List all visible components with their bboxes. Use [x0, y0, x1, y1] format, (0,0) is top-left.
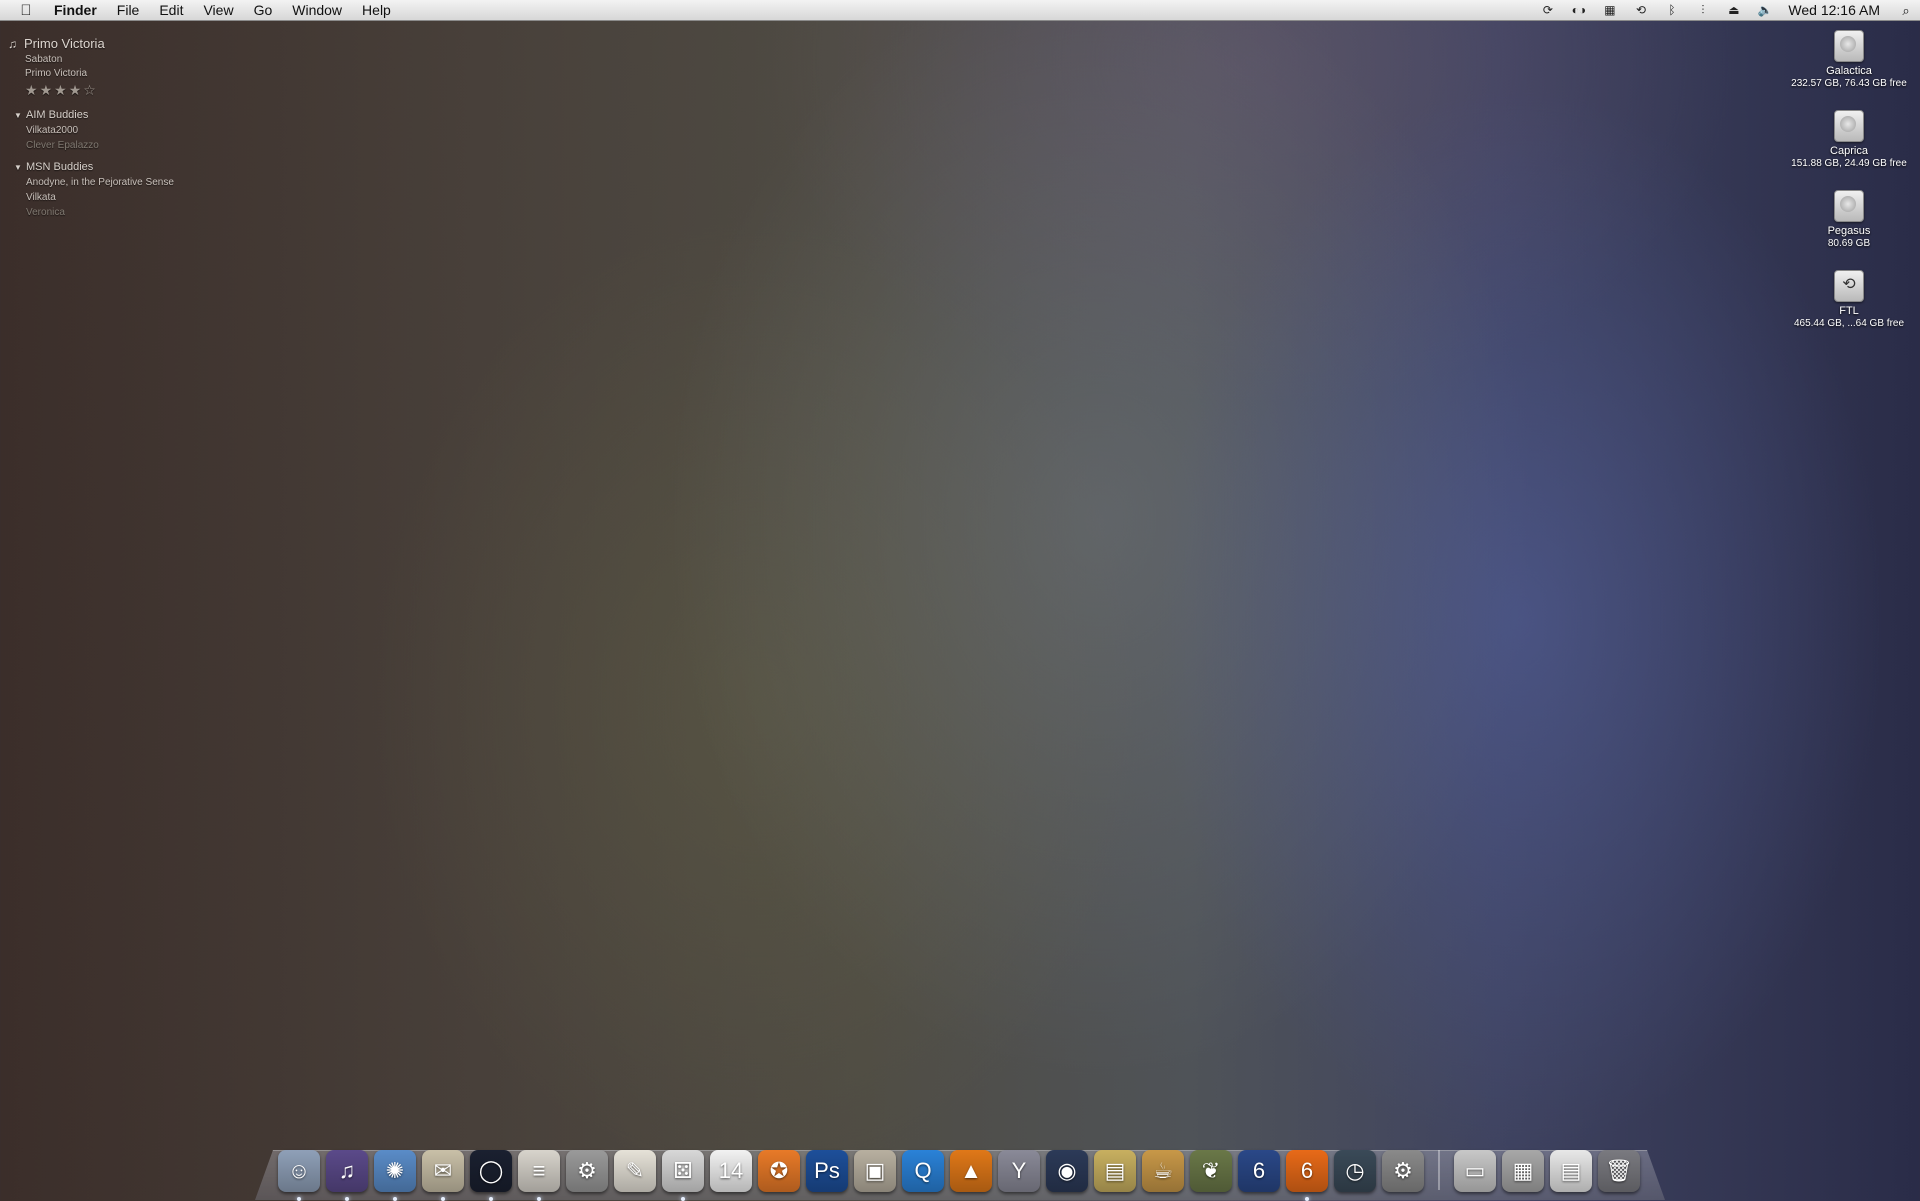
- buddy-item-idle[interactable]: Veronica: [26, 207, 174, 218]
- menu-help[interactable]: Help: [352, 0, 401, 21]
- itunes-icon[interactable]: ♫: [326, 1150, 368, 1201]
- picture-stack-icon[interactable]: ▦: [1502, 1150, 1544, 1192]
- drive-ftl[interactable]: FTL 465.44 GB, ...64 GB free: [1774, 270, 1920, 329]
- buddy-item[interactable]: Vilkata2000: [26, 125, 174, 136]
- drive-name: Pegasus: [1827, 225, 1871, 237]
- mail-icon[interactable]: ✉: [422, 1150, 464, 1201]
- spotlight-icon[interactable]: ⌕: [1892, 3, 1920, 19]
- dock-separator[interactable]: [1438, 1150, 1440, 1190]
- drive-galactica[interactable]: Galactica 232.57 GB, 76.43 GB free: [1774, 30, 1920, 89]
- menu-bar-right: ⟳ ◐◑ ▦ ⟲ ᛒ ⫶ ⏏ 🔈 Wed 12:16 AM ⌕: [1532, 0, 1920, 21]
- textedit-icon[interactable]: ✎: [614, 1150, 656, 1192]
- bluetooth-icon[interactable]: ᛒ: [1656, 0, 1687, 21]
- menu-clock[interactable]: Wed 12:16 AM: [1780, 0, 1892, 21]
- trash-icon[interactable]: 🗑: [1598, 1150, 1640, 1192]
- delivery-truck-icon[interactable]: ▤: [1094, 1150, 1136, 1192]
- time-machine-icon[interactable]: ◷: [1334, 1150, 1376, 1192]
- book-icon[interactable]: 6: [1238, 1150, 1280, 1192]
- time-machine-icon[interactable]: ⟲: [1625, 0, 1656, 21]
- buddy-item[interactable]: Anodyne, in the Pejorative Sense: [26, 177, 174, 188]
- group-name: MSN Buddies: [26, 161, 94, 173]
- disclosure-triangle-icon[interactable]: ▼: [14, 163, 26, 172]
- drive-info: 232.57 GB, 76.43 GB free: [1791, 78, 1907, 89]
- disclosure-triangle-icon[interactable]: ▼: [14, 111, 26, 120]
- drive-info: 80.69 GB: [1827, 238, 1871, 249]
- cocktail-icon[interactable]: Y: [998, 1150, 1040, 1192]
- aim-buddies-header[interactable]: ▼ AIM Buddies: [8, 109, 174, 121]
- music-note-icon: ♫: [8, 36, 17, 51]
- drive-name: Caprica: [1830, 145, 1868, 157]
- volume-icon[interactable]: 🔈: [1749, 0, 1780, 21]
- drive-pegasus[interactable]: Pegasus 80.69 GB: [1774, 190, 1920, 249]
- drive-caprica[interactable]: Caprica 151.88 GB, 24.49 GB free: [1774, 110, 1920, 169]
- eject-icon[interactable]: ⏏: [1718, 0, 1749, 21]
- hard-drive-icon[interactable]: [1834, 190, 1864, 222]
- desktop-widget: ♫ Primo Victoria Sabaton Primo Victoria …: [8, 36, 174, 218]
- apple-icon[interactable]: : [0, 2, 52, 19]
- menu-finder[interactable]: Finder: [52, 0, 107, 21]
- group-name: AIM Buddies: [26, 109, 89, 121]
- leaf-icon[interactable]: ❦: [1190, 1150, 1232, 1192]
- photo-viewer-icon[interactable]: ▣: [854, 1150, 896, 1192]
- menu-view[interactable]: View: [193, 0, 243, 21]
- chat-icon[interactable]: ◯: [470, 1150, 512, 1201]
- now-playing-title: ♫ Primo Victoria: [8, 36, 174, 51]
- star-filled-icon[interactable]: ★: [54, 82, 69, 98]
- msn-buddies-group: ▼ MSN Buddies Anodyne, in the Pejorative…: [8, 161, 174, 218]
- msn-buddies-header[interactable]: ▼ MSN Buddies: [8, 161, 174, 173]
- hard-drive-icon[interactable]: [1834, 30, 1864, 62]
- menu-window[interactable]: Window: [282, 0, 352, 21]
- hard-drive-icon[interactable]: [1834, 110, 1864, 142]
- now-playing-track: Primo Victoria: [24, 36, 105, 51]
- now-playing-album: Primo Victoria: [25, 68, 88, 79]
- screenshot-stack-icon[interactable]: ▭: [1454, 1150, 1496, 1192]
- menu-edit[interactable]: Edit: [149, 0, 193, 21]
- document-stack-icon[interactable]: ▤: [1550, 1150, 1592, 1192]
- calendar-icon[interactable]: 14: [710, 1150, 752, 1192]
- menu-bar-left:  Finder File Edit View Go Window Help: [0, 0, 401, 21]
- aim-buddies-group: ▼ AIM Buddies Vilkata2000 Clever Epalazz…: [8, 109, 174, 151]
- system-preferences-icon[interactable]: ⚙: [1382, 1150, 1424, 1192]
- fire-app-icon[interactable]: 6: [1286, 1150, 1328, 1201]
- menu-bar:  Finder File Edit View Go Window Help ⟳…: [0, 0, 1920, 21]
- star-filled-icon[interactable]: ★: [40, 82, 55, 98]
- star-filled-icon[interactable]: ★: [25, 82, 40, 98]
- rating-stars[interactable]: ★★★★☆: [25, 82, 174, 99]
- safari-icon[interactable]: ✺: [374, 1150, 416, 1201]
- buddy-item-idle[interactable]: Clever Epalazzo: [26, 140, 174, 151]
- vlc-icon[interactable]: ▲: [950, 1150, 992, 1192]
- dock: ☺ ♫ ✺ ✉ ◯ ≡ ⚙ ✎ ⚄ 14 ✪ Ps ▣ Q ▲ Y ◉ ▤ ☕ ❦ 6 6 ◷ ⚙ ▭ ▦ ▤ 🗑: [278, 1140, 1646, 1201]
- quicktime-icon[interactable]: Q: [902, 1150, 944, 1192]
- settings-gear-icon[interactable]: ⚙: [566, 1150, 608, 1192]
- coffee-cup-icon[interactable]: ☕: [1142, 1150, 1184, 1192]
- bluetooth-glasses-icon[interactable]: ◐◑: [1563, 0, 1594, 21]
- star-filled-icon[interactable]: ★: [69, 82, 84, 98]
- wifi-icon[interactable]: ⫶: [1687, 0, 1718, 21]
- newspaper-icon[interactable]: ≡: [518, 1150, 560, 1201]
- buddy-item[interactable]: Vilkata: [26, 192, 174, 203]
- drive-name: Galactica: [1826, 65, 1872, 77]
- now-playing-artist: Sabaton: [25, 54, 63, 65]
- time-machine-drive-icon[interactable]: [1834, 270, 1864, 302]
- drive-name: FTL: [1839, 305, 1859, 317]
- menu-go[interactable]: Go: [244, 0, 283, 21]
- drive-info: 151.88 GB, 24.49 GB free: [1791, 158, 1907, 169]
- menu-file[interactable]: File: [107, 0, 150, 21]
- spaces-icon[interactable]: ▦: [1594, 0, 1625, 21]
- finder-icon[interactable]: ☺: [278, 1150, 320, 1201]
- star-empty-icon[interactable]: ☆: [83, 82, 98, 98]
- dice-icon[interactable]: ⚄: [662, 1150, 704, 1201]
- sync-icon[interactable]: ⟳: [1532, 0, 1563, 21]
- disk-burner-icon[interactable]: ◉: [1046, 1150, 1088, 1192]
- drive-info: 465.44 GB, ...64 GB free: [1793, 318, 1905, 329]
- photoshop-icon[interactable]: Ps: [806, 1150, 848, 1192]
- piggy-bank-icon[interactable]: ✪: [758, 1150, 800, 1192]
